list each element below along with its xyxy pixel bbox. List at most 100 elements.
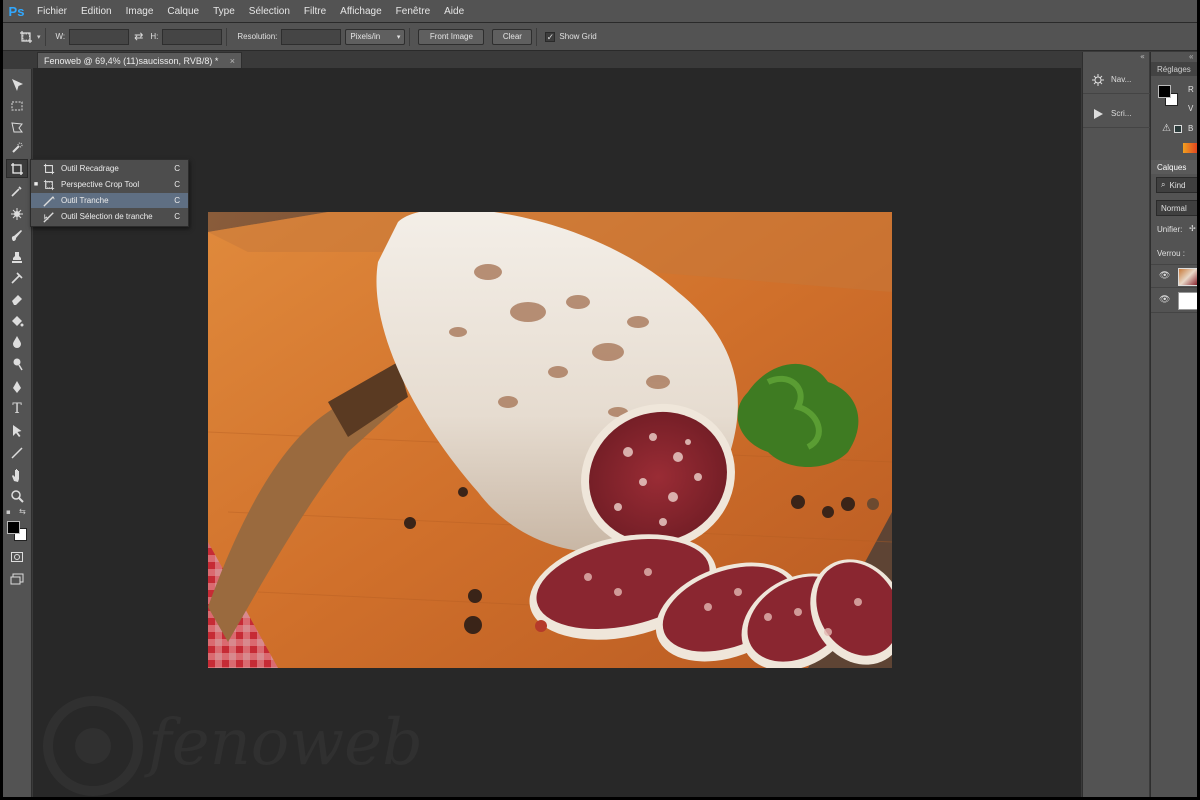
foreground-color[interactable] (7, 521, 20, 534)
document-tab[interactable]: Fenoweb @ 69,4% (11)saucisson, RVB/8) * … (37, 52, 242, 68)
navigator-panel-button[interactable]: Nav... (1083, 66, 1150, 94)
resolution-input[interactable] (281, 28, 342, 45)
menu-edition[interactable]: Edition (74, 6, 119, 17)
color-reset[interactable]: ▪ ⇆ (6, 507, 28, 518)
stamp-tool[interactable] (6, 247, 28, 266)
width-label: W: (55, 32, 66, 41)
paint-bucket-tool[interactable] (6, 311, 28, 330)
move-icon (12, 78, 23, 91)
navigator-icon (1092, 73, 1104, 86)
canvas-area[interactable]: fenoweb (33, 68, 1081, 797)
path-select-tool[interactable] (6, 421, 28, 440)
zoom-tool[interactable] (6, 486, 28, 505)
quick-select-tool[interactable] (6, 138, 28, 157)
default-colors-icon: ▪ (6, 508, 11, 516)
ps-logo: Ps (8, 3, 25, 19)
units-select[interactable]: Pixels/in ▾ (345, 28, 406, 45)
screen-mode-button[interactable] (6, 569, 28, 588)
line-tool[interactable] (6, 443, 28, 462)
hand-tool[interactable] (6, 465, 28, 484)
swap-arrows-icon[interactable]: ⇄ (134, 30, 143, 43)
scripts-panel-button[interactable]: Scri... (1083, 100, 1150, 128)
show-grid-checkbox[interactable]: ✓ (545, 31, 556, 42)
right-panel-dock: « Réglages R V ⚠ B Calques ⌕ Kind Normal… (1150, 52, 1197, 797)
flyout-item-label: Perspective Crop Tool (61, 180, 140, 189)
flyout-item-shortcut: C (174, 212, 180, 221)
menu-selection[interactable]: Sélection (242, 6, 297, 17)
flyout-item-perspective-crop[interactable]: ■ Perspective Crop Tool C (31, 177, 188, 192)
web-color-swatch[interactable] (1174, 125, 1182, 133)
collapse-arrows-icon[interactable]: « (1189, 52, 1193, 61)
menu-fichier[interactable]: Fichier (30, 6, 74, 17)
flyout-item-slice-select[interactable]: Outil Sélection de tranche C (31, 209, 188, 224)
lasso-tool[interactable] (6, 117, 28, 136)
show-grid-label: Show Grid (559, 32, 597, 41)
menu-filtre[interactable]: Filtre (297, 6, 333, 17)
flyout-item-label: Outil Recadrage (61, 164, 119, 173)
slice-select-icon (41, 211, 57, 223)
blur-tool[interactable] (6, 332, 28, 351)
quick-mask-button[interactable] (6, 547, 28, 566)
document-image[interactable] (208, 212, 892, 668)
color-swatches[interactable] (7, 521, 29, 543)
pen-tool[interactable] (6, 377, 28, 396)
collapse-arrows-icon[interactable]: « (1140, 52, 1145, 61)
height-input[interactable] (162, 28, 223, 45)
search-icon: ⌕ (1161, 180, 1166, 189)
brush-icon (11, 229, 22, 241)
layer-thumbnail (1178, 292, 1197, 310)
perspective-crop-icon (41, 179, 57, 191)
type-icon: T (12, 400, 22, 417)
color-ramp[interactable] (1183, 143, 1197, 153)
marquee-tool[interactable] (6, 96, 28, 115)
dodge-tool[interactable] (6, 354, 28, 373)
tab-reglages[interactable]: Réglages (1151, 62, 1197, 76)
clear-button[interactable]: Clear (492, 28, 533, 45)
divider (44, 27, 46, 46)
layer-row[interactable]: 👁 (1151, 289, 1197, 313)
type-tool[interactable]: T (6, 399, 28, 418)
crop-tool[interactable] (6, 159, 28, 178)
healing-tool[interactable] (6, 204, 28, 223)
dodge-icon (13, 358, 23, 370)
eraser-tool[interactable] (6, 289, 28, 308)
color-v-label: V (1188, 104, 1194, 113)
eyedropper-tool[interactable] (6, 181, 28, 200)
history-brush-tool[interactable] (6, 268, 28, 287)
menu-fenetre[interactable]: Fenêtre (389, 6, 437, 17)
eye-icon[interactable]: 👁 (1159, 294, 1170, 305)
filter-kind-value: Kind (1169, 180, 1186, 190)
filter-kind-select[interactable]: ⌕ Kind (1156, 177, 1197, 193)
tab-calques[interactable]: Calques (1151, 160, 1197, 174)
width-input[interactable] (69, 28, 130, 45)
divider (226, 27, 228, 46)
menu-type[interactable]: Type (206, 6, 242, 17)
menu-calque[interactable]: Calque (160, 6, 206, 17)
tool-preset-picker[interactable] (17, 28, 35, 46)
document-tabs: Fenoweb @ 69,4% (11)saucisson, RVB/8) * … (33, 52, 1081, 68)
menu-affichage[interactable]: Affichage (333, 6, 389, 17)
front-image-button[interactable]: Front Image (418, 28, 485, 45)
crop-icon (41, 163, 57, 175)
blend-mode-select[interactable]: Normal (1156, 200, 1197, 216)
layer-row[interactable]: 👁 (1151, 264, 1197, 288)
close-icon[interactable]: × (230, 56, 235, 66)
menu-aide[interactable]: Aide (437, 6, 471, 17)
layer-thumbnail (1178, 268, 1197, 286)
menu-image[interactable]: Image (119, 6, 161, 17)
eyedropper-icon (11, 185, 22, 197)
flyout-item-slice[interactable]: Outil Tranche C (31, 193, 188, 208)
move-tool[interactable] (6, 75, 28, 94)
flyout-item-crop[interactable]: Outil Recadrage C (31, 161, 188, 176)
options-bar: ▾ W: ⇄ H: Resolution: Pixels/in ▾ Front … (3, 23, 1197, 51)
brush-tool[interactable] (6, 226, 28, 245)
resolution-label: Resolution: (237, 32, 278, 41)
chevron-down-icon[interactable]: ▾ (37, 33, 41, 41)
color-swatch-fg[interactable] (1158, 85, 1171, 98)
pin-icon[interactable]: ✢ (1189, 224, 1196, 233)
photoshop-window: Ps Fichier Edition Image Calque Type Sél… (3, 0, 1197, 797)
eye-icon[interactable]: 👁 (1159, 270, 1170, 281)
flyout-item-shortcut: C (174, 164, 180, 173)
crop-icon (11, 162, 23, 175)
navigator-label: Nav... (1111, 75, 1132, 84)
